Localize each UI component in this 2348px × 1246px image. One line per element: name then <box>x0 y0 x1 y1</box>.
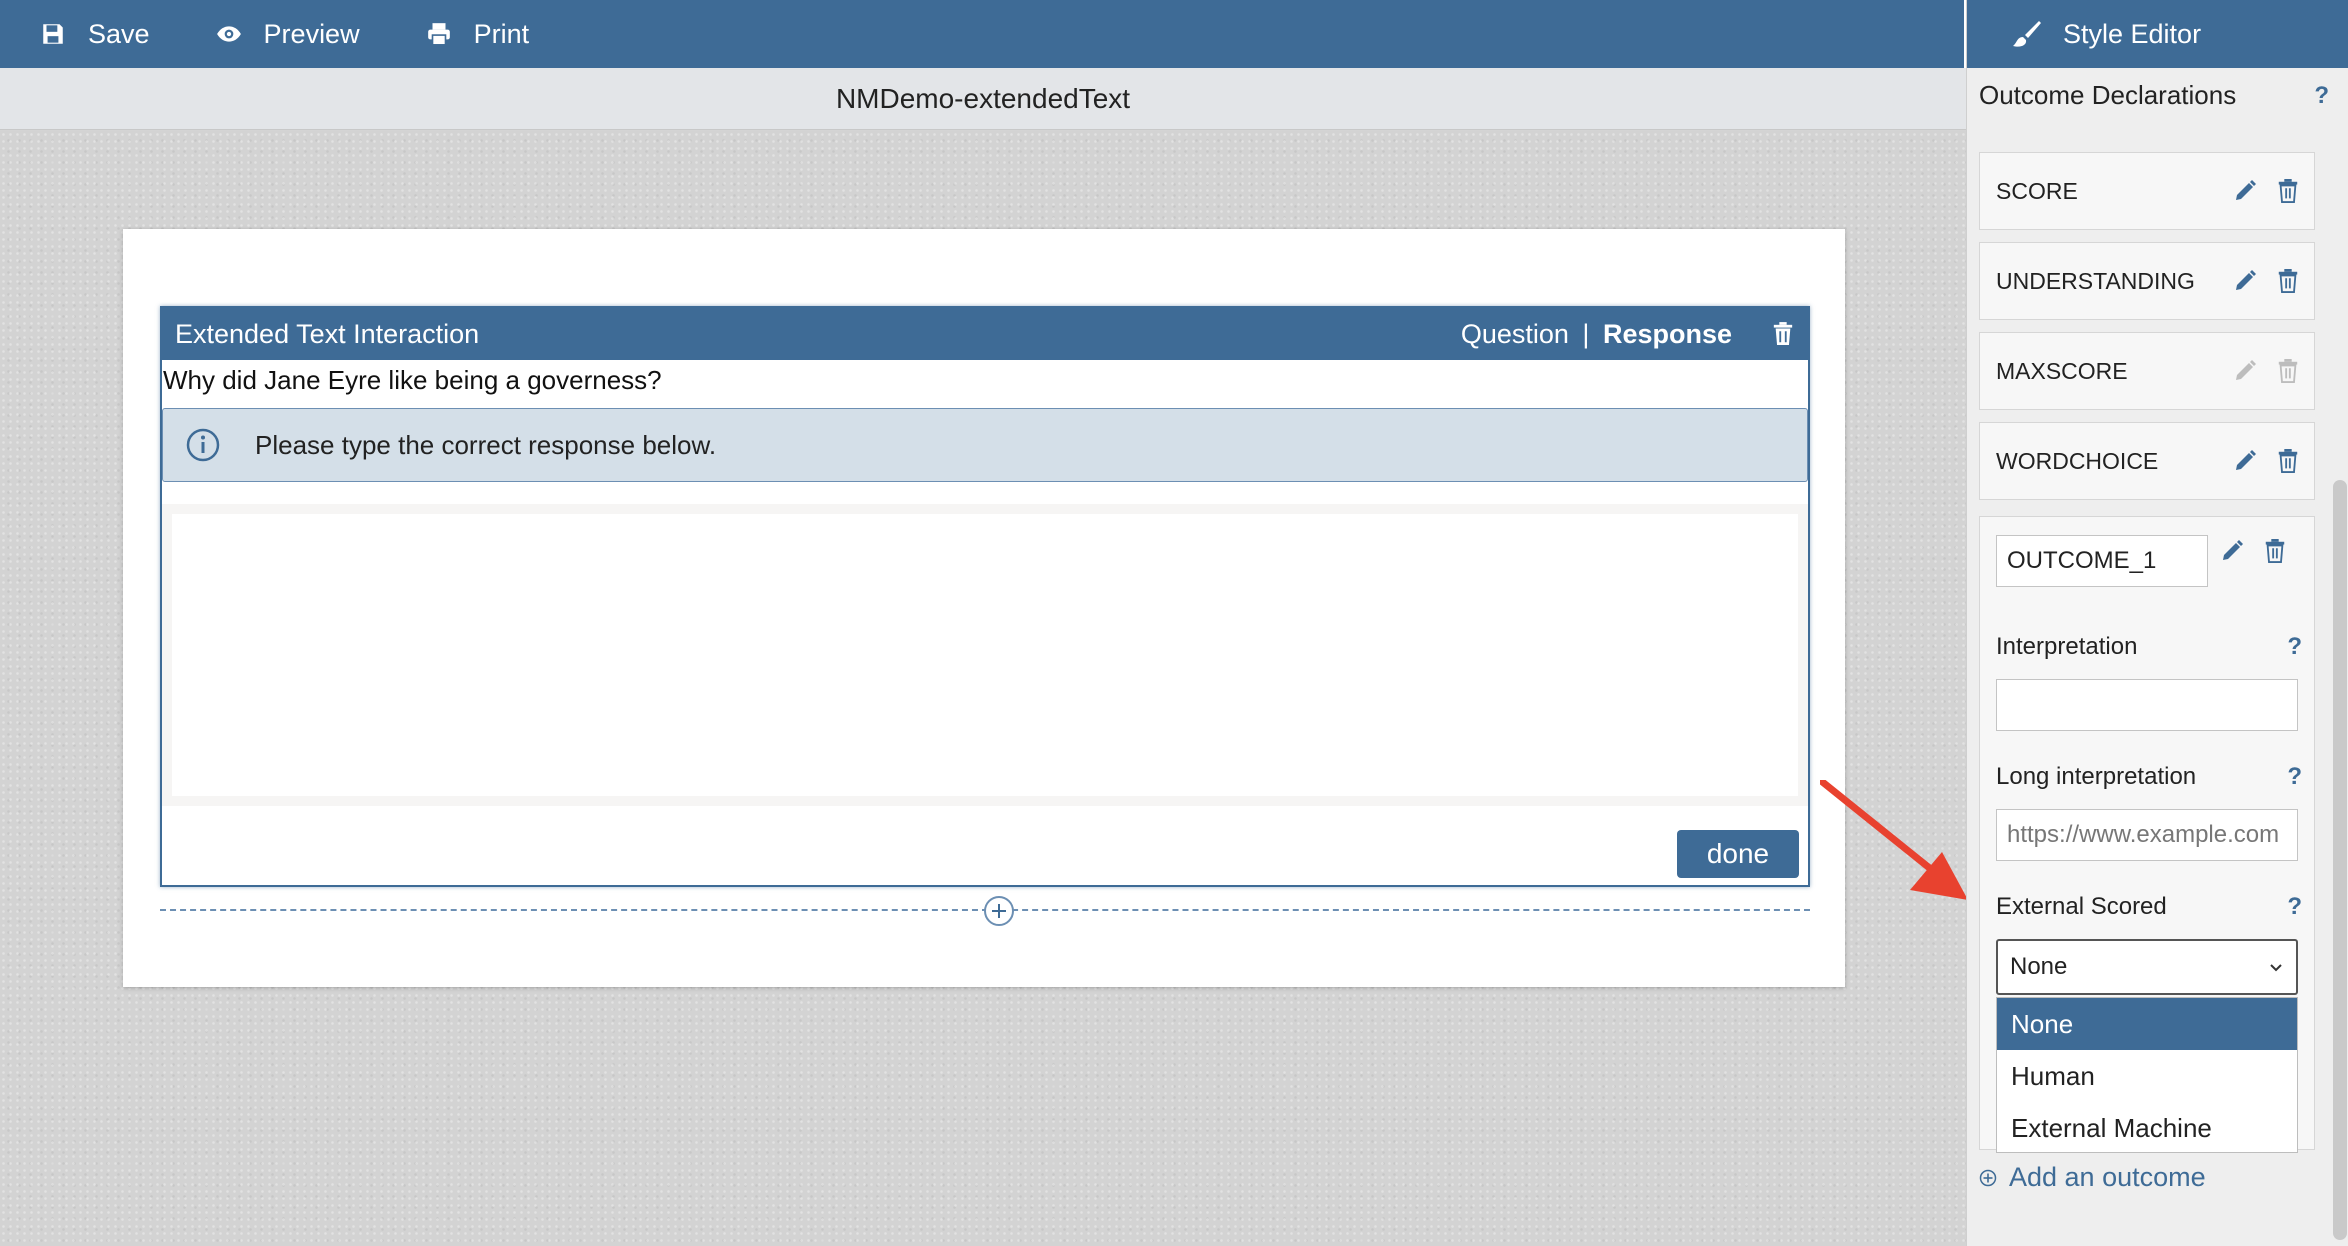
option-human[interactable]: Human <box>1997 1050 2297 1102</box>
trash-icon[interactable] <box>2263 539 2287 563</box>
panel-scrollbar[interactable] <box>2333 480 2347 1240</box>
interpretation-label: Interpretation <box>1996 633 2138 660</box>
outcome-item-understanding: UNDERSTANDING <box>1979 242 2315 320</box>
save-icon <box>43 24 63 44</box>
save-label: Save <box>88 18 150 49</box>
outcome-declarations-heading: Outcome Declarations ? <box>1979 80 2329 111</box>
trash-icon[interactable] <box>2276 269 2300 293</box>
notice-text: Please type the correct response below. <box>255 429 717 460</box>
outcome-item-wordchoice: WORDCHOICE <box>1979 422 2315 500</box>
external-scored-label-row: External Scored ? <box>1996 893 2302 921</box>
printer-icon <box>427 23 450 46</box>
external-scored-options: None Human External Machine <box>1996 997 2298 1153</box>
question-prompt[interactable]: Why did Jane Eyre like being a governess… <box>162 360 1808 402</box>
pencil-icon[interactable] <box>2233 449 2257 473</box>
paintbrush-icon <box>2013 21 2041 47</box>
interaction-header: Extended Text Interaction Question | Res… <box>162 308 1808 360</box>
external-scored-select[interactable]: None <box>1996 939 2298 995</box>
plus-circle-icon <box>1979 1169 1997 1186</box>
mode-separator: | <box>1582 318 1590 349</box>
response-textarea[interactable] <box>172 514 1798 796</box>
long-interpretation-label-row: Long interpretation ? <box>1996 763 2302 791</box>
add-outcome-link[interactable]: Add an outcome <box>1979 1162 2206 1193</box>
preview-button[interactable]: Preview <box>216 19 360 50</box>
pencil-icon[interactable] <box>2233 179 2257 203</box>
style-editor-header[interactable]: Style Editor <box>1967 0 2348 68</box>
help-icon[interactable]: ? <box>2287 763 2302 791</box>
trash-icon[interactable] <box>2276 449 2300 473</box>
outcome-declarations-title: Outcome Declarations <box>1979 80 2237 110</box>
print-button[interactable]: Print <box>426 18 530 50</box>
outcome-name: WORDCHOICE <box>1996 447 2159 474</box>
help-icon[interactable]: ? <box>2287 633 2302 661</box>
trash-icon <box>2278 359 2298 383</box>
long-interpretation-label: Long interpretation <box>1996 763 2197 790</box>
mode-switcher: Question | Response <box>1461 319 1732 350</box>
help-icon[interactable]: ? <box>2314 82 2329 110</box>
style-editor-title: Style Editor <box>2063 18 2202 49</box>
interpretation-label-row: Interpretation ? <box>1996 633 2302 661</box>
preview-label: Preview <box>263 18 360 49</box>
trash-icon[interactable] <box>1772 322 1794 346</box>
outcome-name: SCORE <box>1996 177 2078 204</box>
pencil-icon[interactable] <box>2220 539 2244 563</box>
response-tab[interactable]: Response <box>1603 319 1732 349</box>
annotation-arrow <box>1820 780 1968 900</box>
pencil-icon[interactable] <box>2233 269 2257 293</box>
print-label: Print <box>473 18 530 49</box>
info-notice: Please type the correct response below. <box>162 408 1808 482</box>
outcome-item-score: SCORE <box>1979 152 2315 230</box>
plus-icon <box>992 904 1006 918</box>
interpretation-input[interactable] <box>1996 679 2298 731</box>
option-external-machine[interactable]: External Machine <box>1997 1102 2297 1154</box>
style-editor-panel: Style Editor Outcome Declarations ? SCOR… <box>1966 0 2348 1246</box>
save-button[interactable]: Save <box>40 19 150 50</box>
add-outcome-label: Add an outcome <box>2009 1162 2206 1192</box>
extended-text-interaction[interactable]: Extended Text Interaction Question | Res… <box>160 306 1810 887</box>
document-title-bar: NMDemo-extendedText <box>0 68 1966 130</box>
outcome-item-maxscore: MAXSCORE <box>1979 332 2315 410</box>
outcome-item-editor: Interpretation ? Long interpretation ? E… <box>1979 516 2315 1153</box>
outcome-actions <box>2220 539 2306 563</box>
interaction-title: Extended Text Interaction <box>175 318 480 349</box>
question-tab[interactable]: Question <box>1461 319 1569 349</box>
option-none[interactable]: None <box>1997 998 2297 1050</box>
done-button[interactable]: done <box>1677 830 1799 878</box>
external-scored-label: External Scored <box>1996 893 2167 920</box>
document-title: NMDemo-extendedText <box>835 82 1131 114</box>
response-area-wrapper <box>162 504 1808 806</box>
outcome-name: UNDERSTANDING <box>1996 267 2195 294</box>
eye-icon <box>216 26 241 42</box>
chevron-down-icon <box>2270 964 2282 972</box>
pencil-icon <box>2236 360 2256 380</box>
help-icon[interactable]: ? <box>2287 893 2302 921</box>
info-icon <box>186 428 220 462</box>
outcome-identifier-input[interactable] <box>1996 535 2208 587</box>
external-scored-value: None <box>2010 953 2068 980</box>
trash-icon[interactable] <box>2276 179 2300 203</box>
outcome-name: MAXSCORE <box>1996 357 2128 384</box>
long-interpretation-input[interactable] <box>1996 809 2298 861</box>
top-toolbar: Save Preview Print <box>0 0 1966 68</box>
add-block-button[interactable] <box>984 896 1014 926</box>
